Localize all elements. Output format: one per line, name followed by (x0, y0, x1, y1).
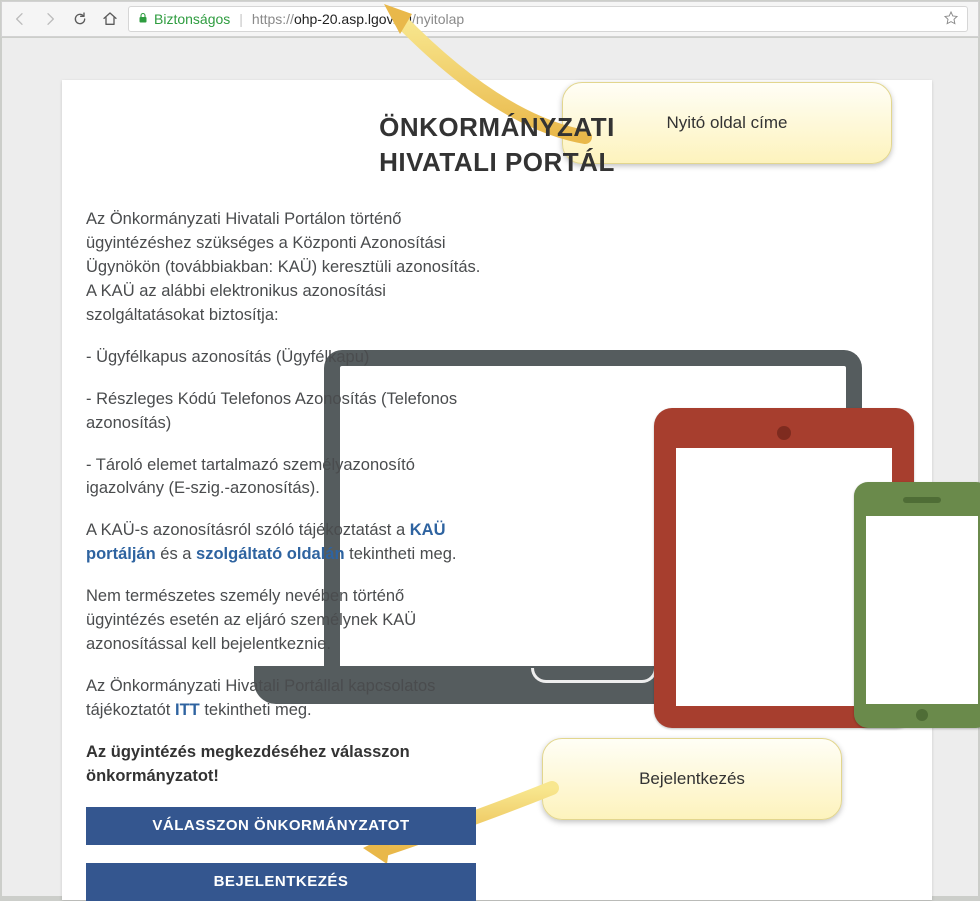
login-button[interactable]: BEJELENTKEZÉS (86, 863, 476, 901)
auth-option-3: - Tároló elemet tartalmazó személyazonos… (86, 454, 486, 502)
lock-icon (137, 11, 149, 28)
body-text: Az Önkormányzati Hivatali Portálon törté… (86, 208, 486, 901)
reload-icon[interactable] (72, 11, 88, 27)
page-title: ÖNKORMÁNYZATI HIVATALI PORTÁL (307, 110, 687, 180)
auth-option-2: - Részleges Kódú Telefonos Azonosítás (T… (86, 388, 486, 436)
provider-link[interactable]: szolgáltató oldalán (196, 545, 345, 563)
info-links-paragraph: A KAÜ-s azonosításról szóló tájékoztatás… (86, 519, 486, 567)
bookmark-icon[interactable] (943, 10, 959, 29)
forward-icon[interactable] (42, 11, 58, 27)
here-link[interactable]: ITT (175, 701, 200, 719)
main-card: ÖNKORMÁNYZATI HIVATALI PORTÁL Az Önkormá… (62, 80, 932, 900)
cta-text: Az ügyintézés megkezdéséhez válasszon ön… (86, 741, 486, 789)
portal-info-paragraph: Az Önkormányzati Hivatali Portállal kapc… (86, 675, 486, 723)
select-municipality-button[interactable]: VÁLASSZON ÖNKORMÁNYZATOT (86, 807, 476, 845)
nav-buttons (12, 11, 118, 27)
home-icon[interactable] (102, 11, 118, 27)
secure-label: Biztonságos (154, 11, 230, 27)
intro-paragraph: Az Önkormányzati Hivatali Portálon törté… (86, 208, 486, 328)
legal-entity-paragraph: Nem természetes személy nevében történő … (86, 585, 486, 657)
viewport: ÖNKORMÁNYZATI HIVATALI PORTÁL Az Önkormá… (2, 38, 978, 896)
back-icon[interactable] (12, 11, 28, 27)
secure-indicator: Biztonságos (137, 11, 230, 28)
auth-option-1: - Ügyfélkapus azonosítás (Ügyfélkapu) (86, 346, 486, 370)
